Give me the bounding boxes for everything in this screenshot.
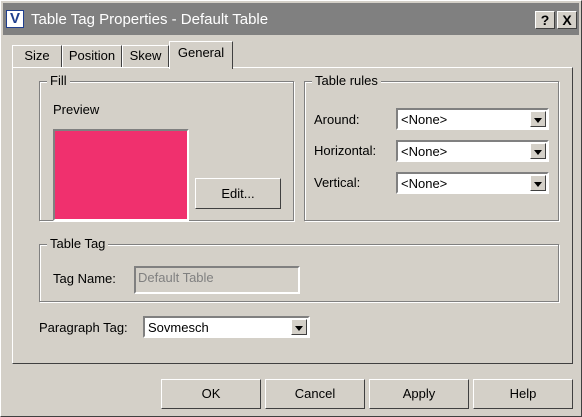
ok-button[interactable]: OK (161, 379, 261, 409)
cancel-button[interactable]: Cancel (265, 379, 365, 409)
chevron-down-icon[interactable] (291, 319, 307, 335)
table-tag-legend: Table Tag (47, 236, 109, 251)
tab-position[interactable]: Position (62, 45, 122, 67)
horizontal-value: <None> (401, 144, 448, 159)
chevron-down-icon[interactable] (530, 143, 546, 159)
horizontal-label: Horizontal: (314, 143, 377, 158)
help-button[interactable]: ? (535, 11, 555, 29)
around-dropdown[interactable]: <None> (396, 108, 549, 130)
table-rules-group: Table rules Around: <None> Horizontal: <… (304, 73, 559, 221)
chevron-down-icon[interactable] (530, 111, 546, 127)
table-tag-group: Table Tag Tag Name: Default Table (39, 236, 559, 302)
dialog-window: V Table Tag Properties - Default Table ?… (0, 0, 582, 417)
fill-group: Fill Preview Edit... (39, 73, 294, 221)
tab-panel-general: Fill Preview Edit... Table rules Around:… (12, 67, 573, 364)
horizontal-dropdown[interactable]: <None> (396, 140, 549, 162)
vertical-label: Vertical: (314, 175, 361, 190)
tag-name-value: Default Table (138, 270, 214, 285)
fill-preview-swatch (53, 129, 189, 221)
chevron-down-icon[interactable] (530, 175, 546, 191)
fill-legend: Fill (47, 73, 70, 88)
tab-size[interactable]: Size (12, 45, 62, 67)
app-icon: V (6, 10, 24, 28)
vertical-value: <None> (401, 176, 448, 191)
tab-general[interactable]: General (169, 41, 233, 69)
vertical-dropdown[interactable]: <None> (396, 172, 549, 194)
close-icon[interactable]: X (557, 11, 577, 29)
paragraph-tag-label: Paragraph Tag: (39, 320, 128, 335)
table-rules-legend: Table rules (312, 73, 381, 88)
window-title: Table Tag Properties - Default Table (31, 11, 269, 28)
tag-name-label: Tag Name: (53, 271, 116, 286)
around-value: <None> (401, 112, 448, 127)
preview-label: Preview (53, 102, 100, 117)
paragraph-tag-dropdown[interactable]: Sovmesch (143, 316, 310, 338)
tag-name-field: Default Table (134, 266, 300, 294)
paragraph-tag-value: Sovmesch (148, 320, 209, 335)
tab-skew[interactable]: Skew (122, 45, 169, 67)
help-footer-button[interactable]: Help (473, 379, 573, 409)
around-label: Around: (314, 112, 360, 127)
title-bar[interactable]: V Table Tag Properties - Default Table ?… (3, 3, 579, 35)
edit-button[interactable]: Edit... (195, 178, 281, 209)
apply-button[interactable]: Apply (369, 379, 469, 409)
